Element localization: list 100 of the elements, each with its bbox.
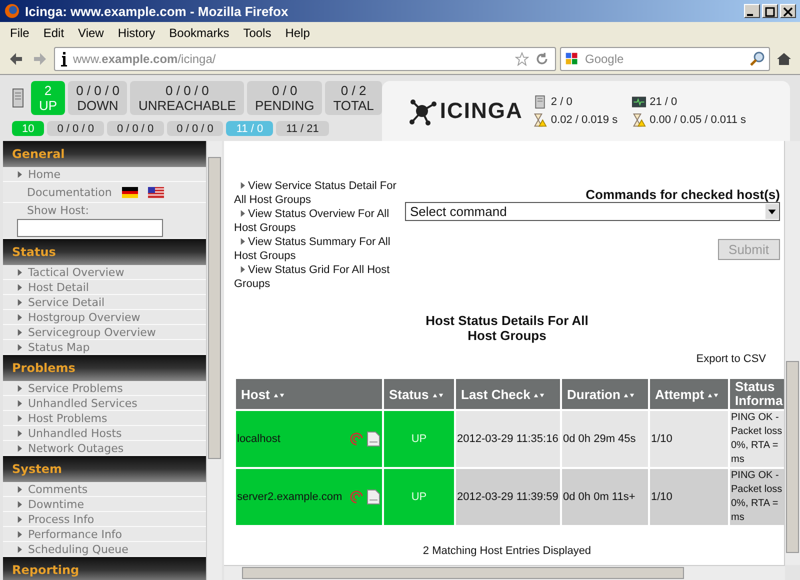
sidebar-link[interactable]: Host Problems [3, 411, 206, 426]
column-header[interactable]: Last Check [456, 379, 560, 409]
service-counter[interactable]: 11 / 21 [276, 121, 329, 136]
sort-arrows-icon[interactable] [623, 392, 636, 398]
document-icon[interactable] [366, 489, 381, 505]
triangle-icon [240, 210, 245, 217]
host-counter[interactable]: 0 / 2 TOTAL [325, 81, 382, 115]
sidebar-link[interactable]: Tactical Overview [3, 265, 206, 280]
sidebar-link[interactable]: Home [3, 167, 206, 182]
service-counter[interactable]: 0 / 0 / 0 [106, 121, 164, 136]
star-icon [515, 52, 529, 66]
section-header: Status [3, 239, 206, 265]
service-counter[interactable]: 0 / 0 / 0 [166, 121, 224, 136]
column-header[interactable]: Host [236, 379, 382, 409]
scrollbar[interactable] [784, 141, 800, 565]
window-title: Icinga: www.example.com - Mozilla Firefox [25, 4, 290, 18]
view-link[interactable]: View Status Summary For All Host Groups [234, 235, 399, 263]
triangle-icon [17, 546, 22, 552]
browser-logo-icon [4, 3, 20, 19]
menu-item[interactable]: Edit [37, 24, 70, 42]
reload-icon [535, 52, 549, 66]
left-arrow-icon [8, 51, 24, 67]
column-header[interactable]: Duration [562, 379, 648, 409]
section-header: Reporting [3, 557, 206, 580]
sort-arrows-icon[interactable] [432, 392, 444, 398]
stat-value: 21 / 0 [650, 96, 678, 108]
host-name[interactable]: server2.example.com [237, 491, 342, 503]
menu-item[interactable]: History [112, 24, 162, 42]
table-cell: 1/10 [650, 411, 728, 467]
search-field[interactable]: Google [560, 47, 770, 71]
triangle-icon [17, 284, 22, 290]
table-cell: 2012-03-29 11:35:16 [456, 411, 560, 467]
view-link[interactable]: View Status Grid For All Host Groups [234, 263, 399, 291]
search-engine-icon [565, 52, 579, 66]
host-counter[interactable]: 0 / 0 / 0 UNREACHABLE [130, 81, 244, 115]
column-header[interactable]: Status [384, 379, 454, 409]
stat-value: 0.00 / 0.05 / 0.011 s [650, 114, 746, 126]
triangle-icon [17, 400, 22, 406]
monitor-icon [632, 95, 646, 109]
column-header[interactable]: Status Informa [730, 379, 784, 409]
show-host-field[interactable] [17, 219, 163, 237]
sidebar-link[interactable]: Comments [3, 482, 206, 497]
sidebar-link[interactable]: Servicegroup Overview [3, 325, 206, 340]
view-link[interactable]: View Status Overview For All Host Groups [234, 207, 399, 235]
entries-count: 2 Matching Host Entries Displayed [422, 545, 592, 557]
export-link[interactable]: Export to CSV [696, 353, 766, 365]
sidebar-link[interactable]: Service Detail [3, 295, 206, 310]
section-header: System [3, 456, 206, 482]
triangle-icon [17, 384, 22, 392]
commands-title: Commands for checked host(s) [586, 187, 780, 202]
sort-arrows-icon[interactable] [707, 392, 720, 398]
dropdown-icon [765, 204, 779, 219]
horizontal-scrollbar[interactable] [224, 565, 785, 580]
triangle-icon [17, 500, 22, 508]
menu-item[interactable]: Bookmarks [163, 24, 236, 42]
flag-icon[interactable] [148, 186, 164, 198]
view-link[interactable]: View Service Status Detail For All Host Groups [234, 179, 399, 207]
sidebar-link[interactable]: Host Detail [3, 280, 206, 295]
command-select[interactable]: Select command [405, 202, 780, 221]
sidebar-link[interactable]: Unhandled Services [3, 396, 206, 411]
sidebar-link[interactable]: Process Info [3, 512, 206, 527]
server-icon [532, 95, 547, 109]
maximize-button[interactable] [762, 4, 778, 18]
menu-item[interactable]: View [72, 24, 110, 42]
sidebar-link[interactable]: Unhandled Hosts [3, 426, 206, 441]
flag-icon[interactable] [122, 186, 138, 198]
host-name[interactable]: localhost [237, 433, 280, 445]
triangle-icon [17, 414, 22, 422]
sidebar-link[interactable]: Performance Info [3, 527, 206, 542]
sidebar-link[interactable]: Hostgroup Overview [3, 310, 206, 325]
host-counter[interactable]: 0 / 0 PENDING [246, 81, 322, 115]
menu-item[interactable]: Tools [237, 24, 278, 42]
host-counter[interactable]: 0 / 0 / 0 DOWN [68, 81, 128, 115]
document-icon[interactable] [366, 431, 381, 447]
close-button[interactable] [780, 4, 796, 18]
sort-arrows-icon[interactable] [272, 392, 285, 398]
triangle-icon [17, 170, 22, 178]
hourglass-warning-icon [632, 113, 646, 127]
service-counter[interactable]: 0 / 0 / 0 [47, 121, 104, 136]
menu-item[interactable]: Help [279, 24, 316, 42]
table-cell: 0d 0h 29m 45s [562, 411, 648, 467]
sidebar-link[interactable]: Service Problems [3, 381, 206, 396]
minimize-button[interactable] [744, 4, 760, 18]
triangle-icon [17, 314, 22, 320]
menu-item[interactable]: File [4, 24, 36, 42]
table-cell: PING OK - Packet loss 0%, RTA = ms [730, 411, 784, 467]
column-header[interactable]: Attempt [650, 379, 728, 409]
triangle-icon [240, 238, 245, 245]
table-cell: PING OK - Packet loss 0%, RTA = ms [730, 469, 784, 525]
field-label: Show Host: [27, 204, 89, 217]
triangle-icon [240, 266, 245, 273]
sidebar-link[interactable]: Documentation [27, 186, 112, 198]
sort-arrows-icon[interactable] [533, 392, 546, 398]
address-bar[interactable]: www.example.com/icinga/ [54, 47, 556, 71]
maximize-icon [765, 7, 775, 17]
scrollbar[interactable] [206, 141, 222, 580]
stat-value: 0.02 / 0.019 s [550, 114, 618, 126]
minimize-icon [747, 14, 753, 16]
sidebar-link[interactable]: Downtime [3, 497, 206, 512]
logo-text: ICINGA [440, 98, 523, 124]
